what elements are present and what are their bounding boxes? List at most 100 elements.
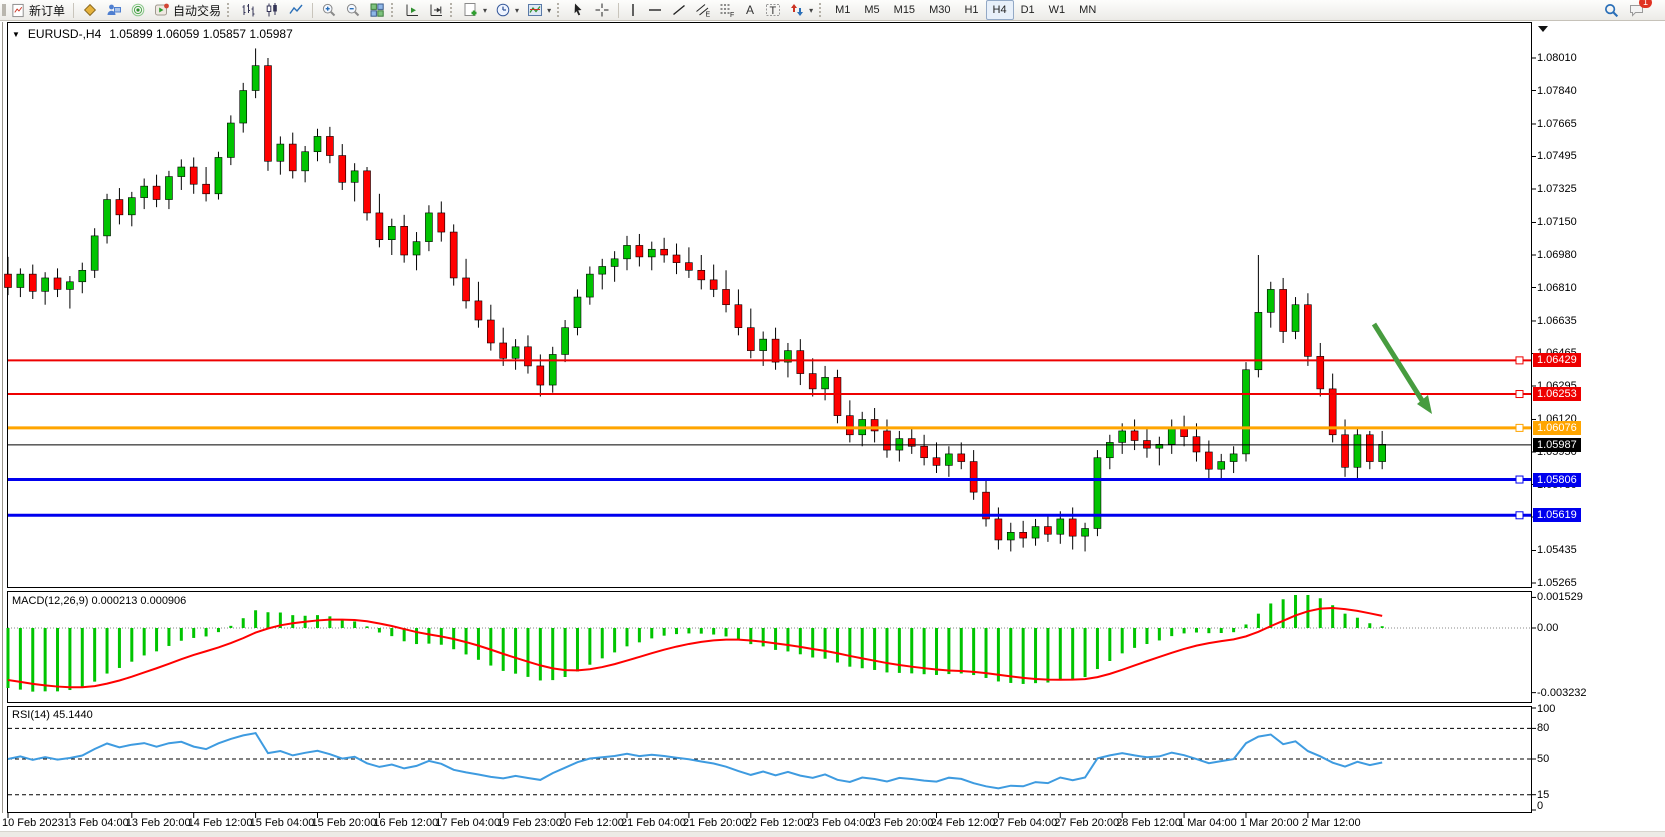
chevron-down-icon: ▾ (515, 6, 519, 15)
fibonacci-icon: F (719, 2, 735, 18)
timeframe-mn-button[interactable]: MN (1072, 0, 1103, 20)
cursor-button[interactable] (566, 0, 590, 20)
market-watch-button[interactable] (78, 0, 102, 20)
crosshair-button[interactable] (590, 0, 614, 20)
notification-count-badge: 1 (1639, 0, 1652, 8)
chart-shift-button[interactable] (424, 0, 448, 20)
zoom-out-icon (345, 2, 361, 18)
text-label-icon: T (765, 2, 781, 18)
level-price-label: 1.06429 (1533, 353, 1581, 367)
price-tick-label: 1.06810 (1537, 282, 1577, 294)
text-button[interactable]: A (739, 0, 761, 20)
fibonacci-button[interactable]: F (715, 0, 739, 20)
candlestick-chart-button[interactable] (260, 0, 284, 20)
rsi-tick-label: 0 (1537, 800, 1543, 812)
timeframe-bar: M1M5M15M30H1H4D1W1MN (828, 0, 1103, 20)
macd-panel[interactable] (7, 591, 1532, 703)
horizontal-line-button[interactable] (643, 0, 667, 20)
signals-icon (130, 2, 146, 18)
toolbar: 新订单 (0, 0, 1665, 21)
timeframe-m30-button[interactable]: M30 (922, 0, 957, 20)
time-axis-label: 23 Feb 04:00 (807, 817, 872, 829)
new-order-button[interactable]: 新订单 (7, 0, 69, 20)
level-price-label: 1.05987 (1533, 438, 1581, 452)
autotrading-icon (154, 2, 170, 18)
templates-button[interactable]: ▾ (523, 0, 555, 20)
ohlc-readout: 1.05899 1.06059 1.05857 1.05987 (109, 27, 293, 41)
bar-chart-button[interactable] (236, 0, 260, 20)
rsi-tick-label: 15 (1537, 789, 1549, 801)
timeframe-m5-button[interactable]: M5 (857, 0, 886, 20)
level-price-label: 1.06253 (1533, 387, 1581, 401)
timeframe-m1-button[interactable]: M1 (828, 0, 857, 20)
price-tick-label: 1.08010 (1537, 52, 1577, 64)
time-axis-label: 13 Feb 04:00 (64, 817, 129, 829)
zoom-in-button[interactable] (317, 0, 341, 20)
bar-chart-icon (240, 2, 256, 18)
text-label-button[interactable]: T (761, 0, 785, 20)
trendline-icon (671, 2, 687, 18)
price-tick-label: 1.05265 (1537, 577, 1577, 589)
timeframe-h1-button[interactable]: H1 (957, 0, 985, 20)
trendline-button[interactable] (667, 0, 691, 20)
search-button[interactable] (1599, 0, 1624, 20)
tile-windows-button[interactable] (365, 0, 389, 20)
time-axis-label: 13 Feb 20:00 (126, 817, 191, 829)
market-watch-icon (82, 2, 98, 18)
chevron-down-icon: ▾ (547, 6, 551, 15)
time-axis-label: 20 Feb 12:00 (559, 817, 624, 829)
periods-button[interactable]: ▾ (491, 0, 523, 20)
time-axis-label: 1 Mar 04:00 (1178, 817, 1237, 829)
line-chart-button[interactable] (284, 0, 308, 20)
tile-windows-icon (369, 2, 385, 18)
rsi-panel[interactable] (7, 706, 1532, 813)
timeframe-h4-button[interactable]: H4 (986, 0, 1014, 20)
vertical-line-button[interactable] (623, 0, 643, 20)
chart-title: ▼ EURUSD-,H4 1.05899 1.06059 1.05857 1.0… (12, 27, 293, 41)
symbol-collapse-icon[interactable]: ▼ (12, 30, 20, 39)
level-price-label: 1.06076 (1533, 421, 1581, 435)
navigator-icon (106, 2, 122, 18)
time-axis-label: 21 Feb 04:00 (621, 817, 686, 829)
navigator-button[interactable] (102, 0, 126, 20)
time-axis-label: 10 Feb 2023 (2, 817, 64, 829)
time-axis-label: 15 Feb 04:00 (250, 817, 315, 829)
arrows-button[interactable]: ▾ (785, 0, 817, 20)
time-axis-label: 15 Feb 20:00 (312, 817, 377, 829)
rsi-label: RSI(14) 45.1440 (12, 709, 93, 721)
zoom-in-icon (321, 2, 337, 18)
candlestick-chart-icon (264, 2, 280, 18)
new-chart-icon (463, 2, 479, 18)
cursor-icon (570, 2, 586, 18)
price-tick-label: 1.07150 (1537, 216, 1577, 228)
svg-text:T: T (770, 5, 777, 17)
notifications-button[interactable]: 1 (1624, 0, 1649, 20)
zoom-out-button[interactable] (341, 0, 365, 20)
chart-shift-icon (428, 2, 444, 18)
macd-label: MACD(12,26,9) 0.000213 0.000906 (12, 595, 186, 607)
timeframe-w1-button[interactable]: W1 (1042, 0, 1073, 20)
autotrading-button[interactable]: 自动交易 (150, 0, 225, 20)
timeframe-m15-button[interactable]: M15 (887, 0, 922, 20)
vertical-line-icon (627, 2, 639, 18)
equidistant-channel-icon: E (695, 2, 711, 18)
price-chart-panel[interactable] (7, 22, 1532, 588)
time-axis-label: 17 Feb 04:00 (435, 817, 500, 829)
svg-text:F: F (730, 12, 734, 18)
price-tick-label: 1.05435 (1537, 544, 1577, 556)
time-axis-label: 2 Mar 12:00 (1302, 817, 1361, 829)
chart-shift-marker (1538, 26, 1548, 32)
text-icon: A (743, 2, 757, 18)
price-tick-label: 1.06980 (1537, 249, 1577, 261)
auto-scroll-button[interactable] (400, 0, 424, 20)
equidistant-channel-button[interactable]: E (691, 0, 715, 20)
level-price-label: 1.05619 (1533, 508, 1581, 522)
new-chart-button[interactable]: ▾ (459, 0, 491, 20)
price-tick-label: 1.07325 (1537, 183, 1577, 195)
timeframe-d1-button[interactable]: D1 (1014, 0, 1042, 20)
new-order-label: 新订单 (29, 2, 65, 19)
time-axis-label: 27 Feb 04:00 (992, 817, 1057, 829)
symbol-label: EURUSD-,H4 (28, 27, 101, 41)
horizontal-line-icon (647, 2, 663, 18)
signals-button[interactable] (126, 0, 150, 20)
